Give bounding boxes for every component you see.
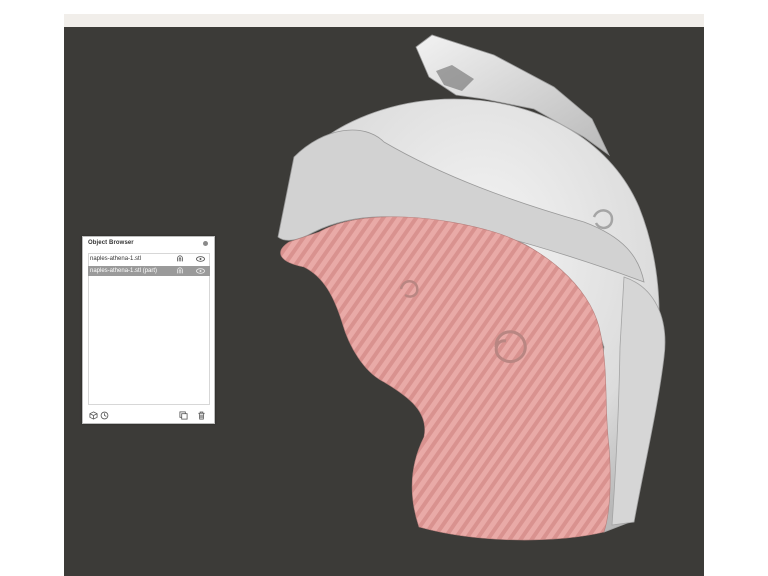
object-browser-footer <box>83 407 214 423</box>
cube-icon[interactable] <box>89 411 98 420</box>
magnet-icon[interactable] <box>176 267 184 275</box>
object-browser-panel: Object Browser <box>82 236 215 424</box>
object-item-label: naples-athena-1.stl <box>90 256 142 262</box>
eye-icon[interactable] <box>196 255 205 263</box>
object-browser-title: Object Browser <box>88 240 134 246</box>
top-toolbar-strip <box>64 14 704 27</box>
trash-icon[interactable] <box>197 411 206 420</box>
object-item-label: naples-athena-1.stl (part) <box>90 268 158 274</box>
close-dot-icon[interactable] <box>203 241 208 246</box>
object-list-item[interactable]: naples-athena-1.stl <box>88 254 210 264</box>
clock-icon[interactable] <box>100 411 109 420</box>
object-list-item-selected[interactable]: naples-athena-1.stl (part) <box>88 266 210 276</box>
magnet-icon[interactable] <box>176 255 184 263</box>
duplicate-icon[interactable] <box>179 411 188 420</box>
eye-icon[interactable] <box>196 267 205 275</box>
